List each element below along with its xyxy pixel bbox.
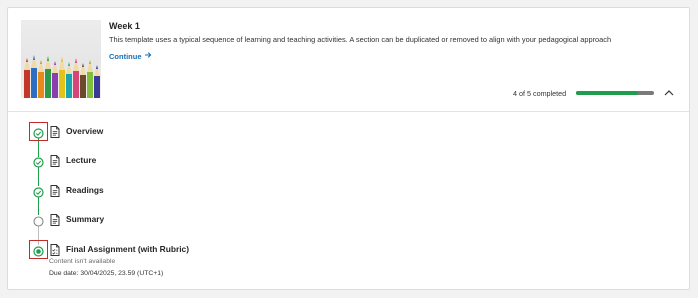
check-circle-icon [33, 126, 44, 139]
availability-text: Content isn't available [49, 258, 116, 265]
content-item-lecture[interactable]: Lecture [66, 155, 96, 165]
progress-bar [576, 91, 654, 95]
content-item-final-assignment[interactable]: Final Assignment (with Rubric) [66, 244, 189, 254]
document-icon [50, 213, 60, 226]
check-circle-icon [33, 155, 44, 168]
section-title: Week 1 [109, 21, 140, 31]
chevron-up-icon[interactable] [662, 86, 676, 100]
progress-bar-fill [576, 91, 639, 95]
progress-text: 4 of 5 completed [513, 89, 567, 98]
timeline-connector [38, 166, 39, 186]
content-item-summary[interactable]: Summary [66, 214, 104, 224]
timeline-connector [38, 196, 39, 215]
section-description: This template uses a typical sequence of… [109, 35, 612, 44]
content-item-overview[interactable]: Overview [66, 126, 103, 136]
section-card: Week 1 This template uses a typical sequ… [7, 7, 690, 290]
due-date-text: Due date: 30/04/2025, 23.59 (UTC+1) [49, 270, 164, 277]
section-thumbnail-image [21, 20, 101, 98]
current-step-circle-icon [33, 244, 44, 257]
document-icon [50, 154, 60, 167]
continue-link[interactable]: Continue [109, 51, 152, 61]
assignment-icon [50, 243, 60, 256]
document-icon [50, 184, 60, 197]
content-item-readings[interactable]: Readings [66, 185, 104, 195]
empty-circle-icon [33, 214, 44, 227]
document-icon [50, 125, 60, 138]
header-divider [8, 111, 689, 112]
continue-label: Continue [109, 51, 142, 61]
check-circle-icon [33, 185, 44, 198]
arrow-right-icon [144, 51, 152, 61]
